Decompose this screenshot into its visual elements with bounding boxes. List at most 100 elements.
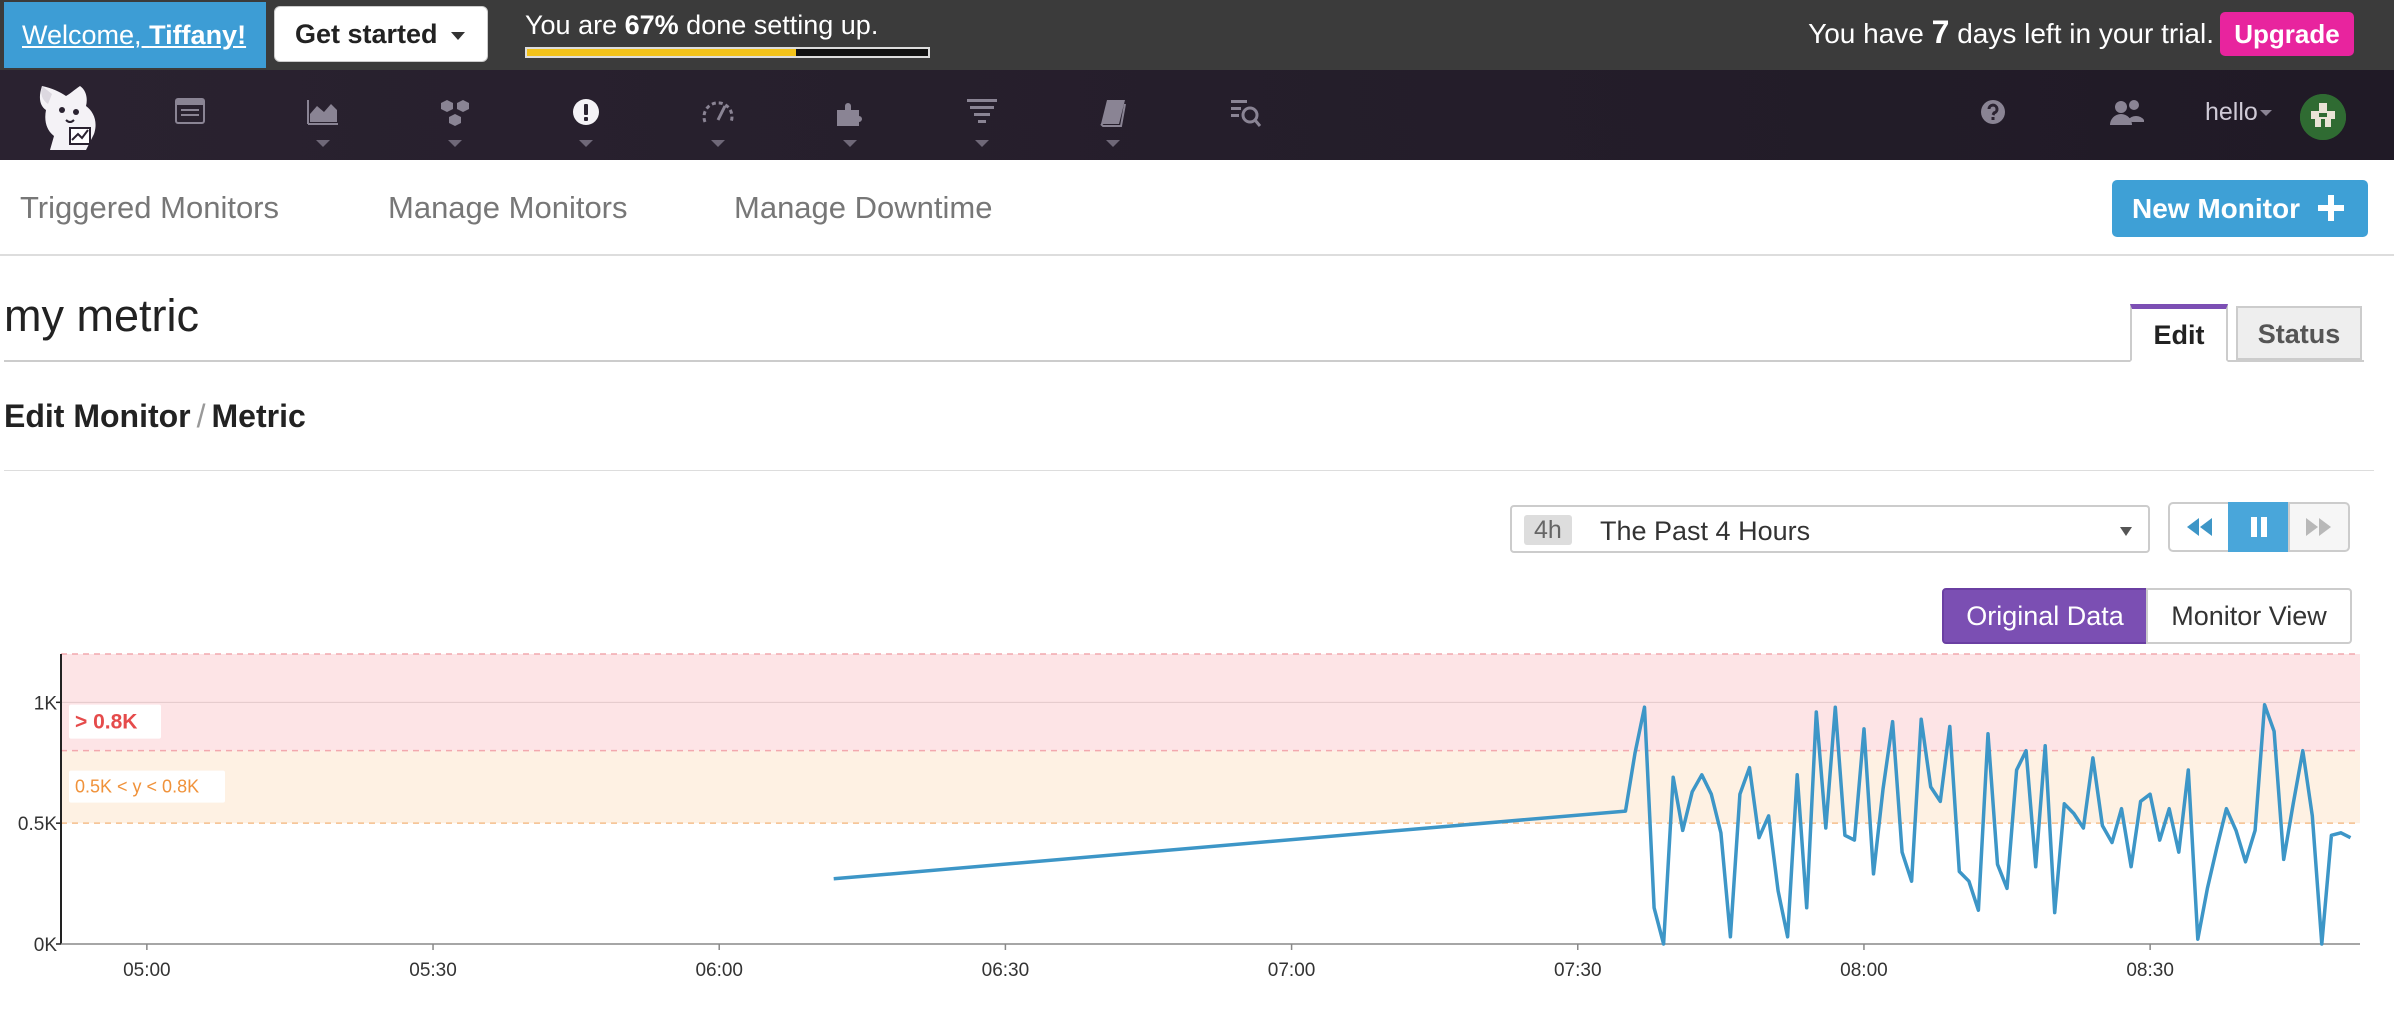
data-point xyxy=(1911,881,1912,882)
watchdog-binoculars-icon xyxy=(1231,100,1261,127)
breadcrumb: Edit Monitor / Metric xyxy=(4,398,306,435)
monitor-view-toggle[interactable]: Monitor View xyxy=(2146,588,2352,644)
monitors-subnav: Triggered Monitors Manage Monitors Manag… xyxy=(0,160,2394,256)
plus-icon xyxy=(2318,195,2344,221)
menu-caret-icon xyxy=(316,140,330,147)
x-tick-label: 07:00 xyxy=(1268,960,1316,981)
data-point xyxy=(2302,750,2303,751)
dropdown-caret-icon xyxy=(2120,527,2132,536)
nav-watchdog[interactable] xyxy=(1210,70,1280,160)
menu-caret-icon xyxy=(975,140,989,147)
data-point xyxy=(2235,830,2236,831)
avatar[interactable] xyxy=(2300,94,2346,140)
data-point xyxy=(1768,815,1769,816)
data-point xyxy=(2197,939,2198,940)
data-point xyxy=(2073,813,2074,814)
chevron-down-icon xyxy=(451,31,466,40)
nav-monitors[interactable] xyxy=(551,70,621,160)
upgrade-button[interactable]: Upgrade xyxy=(2220,12,2354,56)
data-point xyxy=(1854,840,1855,841)
pause-button[interactable] xyxy=(2228,502,2290,552)
question-circle-icon xyxy=(1981,100,2005,124)
data-point xyxy=(2064,803,2065,804)
apm-speedometer-icon xyxy=(702,101,734,123)
data-point xyxy=(1644,707,1645,708)
data-point xyxy=(2140,801,2141,802)
data-point xyxy=(2169,808,2170,809)
data-point xyxy=(2102,825,2103,826)
welcome-link[interactable]: Welcome, Tiffany! xyxy=(4,2,266,68)
data-point xyxy=(1720,832,1721,833)
data-point xyxy=(1778,890,1779,891)
data-point xyxy=(1921,719,1922,720)
data-point xyxy=(1797,774,1798,775)
datadog-logo-icon[interactable] xyxy=(28,76,102,156)
data-point xyxy=(2131,866,2132,867)
data-point xyxy=(2016,770,2017,771)
nav-team[interactable] xyxy=(2092,70,2162,160)
data-point xyxy=(2159,840,2160,841)
data-point xyxy=(1625,811,1626,812)
data-point xyxy=(1883,789,1884,790)
data-point xyxy=(2216,847,2217,848)
data-point xyxy=(2111,842,2112,843)
tab-triggered-monitors[interactable]: Triggered Monitors xyxy=(20,190,279,226)
tab-status[interactable]: Status xyxy=(2236,306,2362,360)
get-started-label: Get started xyxy=(295,19,438,49)
setup-progress-fill xyxy=(527,49,796,56)
onboarding-bar: Welcome, Tiffany! Get started You are 67… xyxy=(0,0,2394,70)
original-data-toggle[interactable]: Original Data xyxy=(1942,588,2148,644)
data-point xyxy=(1739,794,1740,795)
y-tick-label: 1K xyxy=(34,693,58,714)
data-point xyxy=(2312,815,2313,816)
nav-logs[interactable] xyxy=(947,70,1017,160)
new-monitor-button[interactable]: New Monitor xyxy=(2112,180,2368,237)
nav-notebooks[interactable] xyxy=(1078,70,1148,160)
data-point xyxy=(1959,871,1960,872)
user-menu[interactable]: hello xyxy=(2205,98,2272,127)
data-point xyxy=(2092,757,2093,758)
data-point xyxy=(1997,864,1998,865)
menu-caret-icon xyxy=(1106,140,1120,147)
data-point xyxy=(1892,721,1893,722)
data-point xyxy=(2293,803,2294,804)
data-point xyxy=(1816,712,1817,713)
step-forward-button[interactable] xyxy=(2288,502,2350,552)
data-point xyxy=(1902,852,1903,853)
chevron-down-icon xyxy=(2259,110,2272,117)
nav-apm[interactable] xyxy=(683,70,753,160)
nav-metrics[interactable] xyxy=(288,70,358,160)
timeframe-select[interactable]: 4h The Past 4 Hours xyxy=(1510,505,2150,553)
x-tick-label: 06:00 xyxy=(695,960,743,981)
data-point xyxy=(1825,828,1826,829)
data-point xyxy=(2188,770,2189,771)
get-started-dropdown[interactable]: Get started xyxy=(274,6,488,62)
data-point xyxy=(1663,944,1664,945)
nav-help[interactable] xyxy=(1958,70,2028,160)
tab-manage-monitors[interactable]: Manage Monitors xyxy=(388,190,628,226)
nav-infrastructure[interactable] xyxy=(420,70,490,160)
menu-caret-icon xyxy=(843,140,857,147)
data-point xyxy=(1987,733,1988,734)
divider xyxy=(4,360,2364,362)
breadcrumb-edit-monitor: Edit Monitor xyxy=(4,398,191,434)
x-tick-label: 05:00 xyxy=(123,960,171,981)
integrations-puzzle-icon xyxy=(837,103,862,126)
data-point xyxy=(1844,835,1845,836)
breadcrumb-separator: / xyxy=(196,398,206,434)
x-tick-label: 05:30 xyxy=(409,960,457,981)
menu-caret-icon xyxy=(711,140,725,147)
step-back-button[interactable] xyxy=(2168,502,2230,552)
tab-edit[interactable]: Edit xyxy=(2130,304,2228,362)
data-point xyxy=(2207,888,2208,889)
data-point xyxy=(1701,774,1702,775)
setup-progress-bar xyxy=(525,47,930,58)
tab-manage-downtime[interactable]: Manage Downtime xyxy=(734,190,992,226)
x-tick-label: 08:30 xyxy=(2126,960,2174,981)
nav-integrations[interactable] xyxy=(815,70,885,160)
nav-dashboards[interactable] xyxy=(155,70,225,160)
data-point xyxy=(2331,835,2332,836)
data-point xyxy=(2007,888,2008,889)
y-tick-label: 0.5K xyxy=(18,814,57,835)
fast-forward-icon xyxy=(2306,518,2331,536)
